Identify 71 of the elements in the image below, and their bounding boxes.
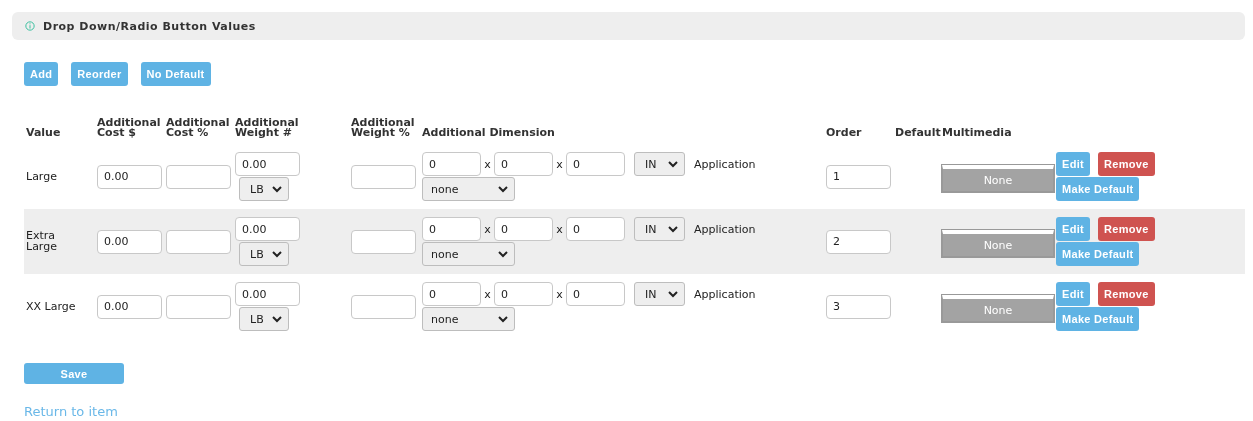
order-field[interactable]: 3 — [826, 294, 891, 319]
multimedia-preview: None — [942, 230, 1054, 257]
weight-percent-field[interactable] — [351, 229, 416, 254]
cost-percent-field[interactable] — [166, 229, 231, 254]
column-header: Value — [26, 128, 61, 138]
separator-label: x — [555, 157, 564, 171]
remove-button[interactable]: Remove — [1098, 152, 1155, 176]
value-label: XX Large — [26, 301, 76, 312]
dimension-field[interactable]: 0 — [566, 152, 625, 176]
column-header: Additional Cost $ — [97, 118, 162, 138]
dimension-field[interactable]: 0 — [494, 152, 553, 176]
column-header: Additional Dimension — [422, 128, 555, 138]
remove-button[interactable]: Remove — [1098, 282, 1155, 306]
application-select[interactable]: none — [422, 177, 515, 201]
caret-icon — [498, 250, 508, 258]
weight-field[interactable]: 0.00 — [235, 152, 300, 176]
application-label: Application — [694, 222, 756, 236]
dimension-field[interactable]: 0 — [494, 282, 553, 306]
dimension-field[interactable]: 0 — [566, 217, 625, 241]
cost-percent-field[interactable] — [166, 164, 231, 189]
value-label: Large — [26, 171, 57, 182]
separator-label: x — [555, 287, 564, 301]
order-field[interactable]: 1 — [826, 164, 891, 189]
info-icon — [25, 21, 35, 31]
column-header: Additional Weight % — [351, 118, 416, 138]
application-label: Application — [694, 287, 756, 301]
application-select[interactable]: none — [422, 242, 515, 266]
multimedia-preview: None — [942, 165, 1054, 192]
cost-field[interactable]: 0.00 — [97, 294, 162, 319]
application-label: Application — [694, 157, 756, 171]
caret-icon — [668, 160, 678, 168]
weight-percent-field[interactable] — [351, 294, 416, 319]
cost-field[interactable]: 0.00 — [97, 164, 162, 189]
dimension-unit-select[interactable]: IN — [634, 152, 685, 176]
dimension-unit-select[interactable]: IN — [634, 282, 685, 306]
cost-field[interactable]: 0.00 — [97, 229, 162, 254]
weight-unit-select[interactable]: LB — [239, 242, 289, 266]
column-header: Additional Cost % — [166, 118, 231, 138]
caret-icon — [498, 185, 508, 193]
multimedia-preview: None — [942, 295, 1054, 322]
dimension-field[interactable]: 0 — [422, 282, 481, 306]
dimension-unit-select[interactable]: IN — [634, 217, 685, 241]
caret-icon — [272, 315, 282, 323]
column-header: Default — [895, 128, 941, 138]
remove-button[interactable]: Remove — [1098, 217, 1155, 241]
dimension-field[interactable]: 0 — [422, 217, 481, 241]
separator-label: x — [483, 157, 492, 171]
dimension-field[interactable]: 0 — [422, 152, 481, 176]
column-header: Additional Weight # — [235, 118, 300, 138]
caret-icon — [668, 225, 678, 233]
dimension-field[interactable]: 0 — [494, 217, 553, 241]
separator-label: x — [483, 222, 492, 236]
separator-label: x — [555, 222, 564, 236]
cost-percent-field[interactable] — [166, 294, 231, 319]
separator-label: x — [483, 287, 492, 301]
weight-field[interactable]: 0.00 — [235, 282, 300, 306]
dimension-field[interactable]: 0 — [566, 282, 625, 306]
panel-title: Drop Down/Radio Button Values — [43, 19, 256, 33]
value-label: Extra Large — [26, 230, 58, 252]
caret-icon — [272, 185, 282, 193]
order-field[interactable]: 2 — [826, 229, 891, 254]
weight-field[interactable]: 0.00 — [235, 217, 300, 241]
application-select[interactable]: none — [422, 307, 515, 331]
weight-percent-field[interactable] — [351, 164, 416, 189]
weight-unit-select[interactable]: LB — [239, 307, 289, 331]
weight-unit-select[interactable]: LB — [239, 177, 289, 201]
caret-icon — [668, 290, 678, 298]
caret-icon — [498, 315, 508, 323]
caret-icon — [272, 250, 282, 258]
column-header: Order — [826, 128, 862, 138]
column-header: Multimedia — [942, 128, 1012, 138]
